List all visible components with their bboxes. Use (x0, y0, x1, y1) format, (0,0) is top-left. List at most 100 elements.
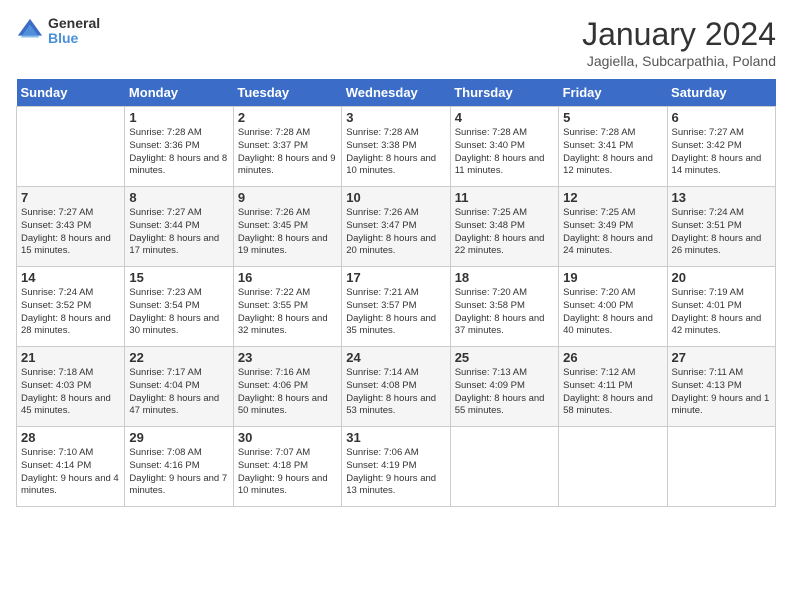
calendar-cell: 6 Sunrise: 7:27 AM Sunset: 3:42 PM Daylig… (667, 107, 775, 187)
day-info: Sunrise: 7:25 AM Sunset: 3:49 PM Dayligh… (563, 207, 662, 258)
calendar-cell: 23 Sunrise: 7:16 AM Sunset: 4:06 PM Dayli… (233, 347, 341, 427)
day-info: Sunrise: 7:20 AM Sunset: 4:00 PM Dayligh… (563, 287, 662, 338)
weekday-header: Thursday (450, 79, 558, 107)
day-info: Sunrise: 7:20 AM Sunset: 3:58 PM Dayligh… (455, 287, 554, 338)
day-info: Sunrise: 7:13 AM Sunset: 4:09 PM Dayligh… (455, 367, 554, 418)
day-number: 26 (563, 350, 662, 365)
weekday-header: Wednesday (342, 79, 450, 107)
calendar-cell: 29Sunrise: 7:08 AM Sunset: 4:16 PM Dayli… (125, 427, 233, 507)
day-info: Sunrise: 7:24 AM Sunset: 3:52 PM Dayligh… (21, 287, 120, 338)
calendar-cell: 7Sunrise: 7:27 AM Sunset: 3:43 PM Daylig… (17, 187, 125, 267)
calendar-header-row: SundayMondayTuesdayWednesdayThursdayFrid… (17, 79, 776, 107)
calendar-week-row: 21 Sunrise: 7:18 AM Sunset: 4:03 PM Dayli… (17, 347, 776, 427)
day-number: 2 (238, 110, 337, 125)
logo-line2: Blue (48, 31, 100, 46)
calendar-cell: 30 Sunrise: 7:07 AM Sunset: 4:18 PM Dayli… (233, 427, 341, 507)
calendar-cell (667, 427, 775, 507)
calendar-cell: 17 Sunrise: 7:21 AM Sunset: 3:57 PM Dayli… (342, 267, 450, 347)
day-number: 12 (563, 190, 662, 205)
logo-text: General Blue (48, 16, 100, 47)
day-info: Sunrise: 7:12 AM Sunset: 4:11 PM Dayligh… (563, 367, 662, 418)
calendar-table: SundayMondayTuesdayWednesdayThursdayFrid… (16, 79, 776, 507)
calendar-cell: 2 Sunrise: 7:28 AM Sunset: 3:37 PM Daylig… (233, 107, 341, 187)
day-info: Sunrise: 7:21 AM Sunset: 3:57 PM Dayligh… (346, 287, 445, 338)
day-number: 23 (238, 350, 337, 365)
day-number: 1 (129, 110, 228, 125)
day-info: Sunrise: 7:17 AM Sunset: 4:04 PM Dayligh… (129, 367, 228, 418)
calendar-cell: 8 Sunrise: 7:27 AM Sunset: 3:44 PM Daylig… (125, 187, 233, 267)
day-info: Sunrise: 7:07 AM Sunset: 4:18 PM Dayligh… (238, 447, 337, 498)
day-number: 11 (455, 190, 554, 205)
calendar-cell: 12 Sunrise: 7:25 AM Sunset: 3:49 PM Dayli… (559, 187, 667, 267)
day-number: 13 (672, 190, 771, 205)
day-info: Sunrise: 7:27 AM Sunset: 3:42 PM Dayligh… (672, 127, 771, 178)
calendar-cell: 22 Sunrise: 7:17 AM Sunset: 4:04 PM Dayli… (125, 347, 233, 427)
page-header: General Blue January 2024 Jagiella, Subc… (16, 16, 776, 69)
day-info: Sunrise: 7:28 AM Sunset: 3:36 PM Dayligh… (129, 127, 228, 178)
day-number: 25 (455, 350, 554, 365)
weekday-header: Friday (559, 79, 667, 107)
day-info: Sunrise: 7:25 AM Sunset: 3:48 PM Dayligh… (455, 207, 554, 258)
weekday-header: Monday (125, 79, 233, 107)
calendar-cell: 4 Sunrise: 7:28 AM Sunset: 3:40 PM Daylig… (450, 107, 558, 187)
day-number: 21 (21, 350, 120, 365)
day-number: 22 (129, 350, 228, 365)
day-info: Sunrise: 7:28 AM Sunset: 3:38 PM Dayligh… (346, 127, 445, 178)
day-number: 4 (455, 110, 554, 125)
day-number: 28 (21, 430, 120, 445)
day-number: 3 (346, 110, 445, 125)
calendar-week-row: 28Sunrise: 7:10 AM Sunset: 4:14 PM Dayli… (17, 427, 776, 507)
day-number: 15 (129, 270, 228, 285)
page-container: General Blue January 2024 Jagiella, Subc… (0, 0, 792, 515)
weekday-header: Tuesday (233, 79, 341, 107)
day-number: 5 (563, 110, 662, 125)
day-info: Sunrise: 7:18 AM Sunset: 4:03 PM Dayligh… (21, 367, 120, 418)
day-info: Sunrise: 7:23 AM Sunset: 3:54 PM Dayligh… (129, 287, 228, 338)
calendar-cell: 20Sunrise: 7:19 AM Sunset: 4:01 PM Dayli… (667, 267, 775, 347)
day-number: 6 (672, 110, 771, 125)
day-info: Sunrise: 7:16 AM Sunset: 4:06 PM Dayligh… (238, 367, 337, 418)
logo-icon (16, 17, 44, 45)
day-info: Sunrise: 7:11 AM Sunset: 4:13 PM Dayligh… (672, 367, 771, 418)
calendar-cell: 10Sunrise: 7:26 AM Sunset: 3:47 PM Dayli… (342, 187, 450, 267)
calendar-week-row: 1 Sunrise: 7:28 AM Sunset: 3:36 PM Daylig… (17, 107, 776, 187)
calendar-cell: 26 Sunrise: 7:12 AM Sunset: 4:11 PM Dayli… (559, 347, 667, 427)
day-number: 18 (455, 270, 554, 285)
day-info: Sunrise: 7:24 AM Sunset: 3:51 PM Dayligh… (672, 207, 771, 258)
calendar-cell: 14Sunrise: 7:24 AM Sunset: 3:52 PM Dayli… (17, 267, 125, 347)
calendar-cell: 24Sunrise: 7:14 AM Sunset: 4:08 PM Dayli… (342, 347, 450, 427)
day-info: Sunrise: 7:14 AM Sunset: 4:08 PM Dayligh… (346, 367, 445, 418)
day-info: Sunrise: 7:28 AM Sunset: 3:41 PM Dayligh… (563, 127, 662, 178)
calendar-cell: 25 Sunrise: 7:13 AM Sunset: 4:09 PM Dayli… (450, 347, 558, 427)
calendar-cell: 3 Sunrise: 7:28 AM Sunset: 3:38 PM Daylig… (342, 107, 450, 187)
main-title: January 2024 (582, 16, 776, 53)
calendar-cell (450, 427, 558, 507)
day-number: 31 (346, 430, 445, 445)
calendar-cell: 27 Sunrise: 7:11 AM Sunset: 4:13 PM Dayli… (667, 347, 775, 427)
calendar-cell: 15 Sunrise: 7:23 AM Sunset: 3:54 PM Dayli… (125, 267, 233, 347)
day-number: 8 (129, 190, 228, 205)
day-info: Sunrise: 7:27 AM Sunset: 3:44 PM Dayligh… (129, 207, 228, 258)
calendar-cell: 31Sunrise: 7:06 AM Sunset: 4:19 PM Dayli… (342, 427, 450, 507)
day-info: Sunrise: 7:22 AM Sunset: 3:55 PM Dayligh… (238, 287, 337, 338)
day-number: 30 (238, 430, 337, 445)
calendar-cell: 16Sunrise: 7:22 AM Sunset: 3:55 PM Dayli… (233, 267, 341, 347)
day-number: 17 (346, 270, 445, 285)
weekday-header: Sunday (17, 79, 125, 107)
calendar-cell: 11 Sunrise: 7:25 AM Sunset: 3:48 PM Dayli… (450, 187, 558, 267)
title-section: January 2024 Jagiella, Subcarpathia, Pol… (582, 16, 776, 69)
day-info: Sunrise: 7:27 AM Sunset: 3:43 PM Dayligh… (21, 207, 120, 258)
day-info: Sunrise: 7:08 AM Sunset: 4:16 PM Dayligh… (129, 447, 228, 498)
calendar-cell: 13 Sunrise: 7:24 AM Sunset: 3:51 PM Dayli… (667, 187, 775, 267)
day-info: Sunrise: 7:28 AM Sunset: 3:40 PM Dayligh… (455, 127, 554, 178)
day-number: 19 (563, 270, 662, 285)
calendar-cell: 9Sunrise: 7:26 AM Sunset: 3:45 PM Daylig… (233, 187, 341, 267)
calendar-cell: 5 Sunrise: 7:28 AM Sunset: 3:41 PM Daylig… (559, 107, 667, 187)
day-number: 27 (672, 350, 771, 365)
day-info: Sunrise: 7:28 AM Sunset: 3:37 PM Dayligh… (238, 127, 337, 178)
subtitle: Jagiella, Subcarpathia, Poland (582, 53, 776, 69)
calendar-cell (17, 107, 125, 187)
calendar-week-row: 14Sunrise: 7:24 AM Sunset: 3:52 PM Dayli… (17, 267, 776, 347)
weekday-header: Saturday (667, 79, 775, 107)
logo: General Blue (16, 16, 100, 47)
